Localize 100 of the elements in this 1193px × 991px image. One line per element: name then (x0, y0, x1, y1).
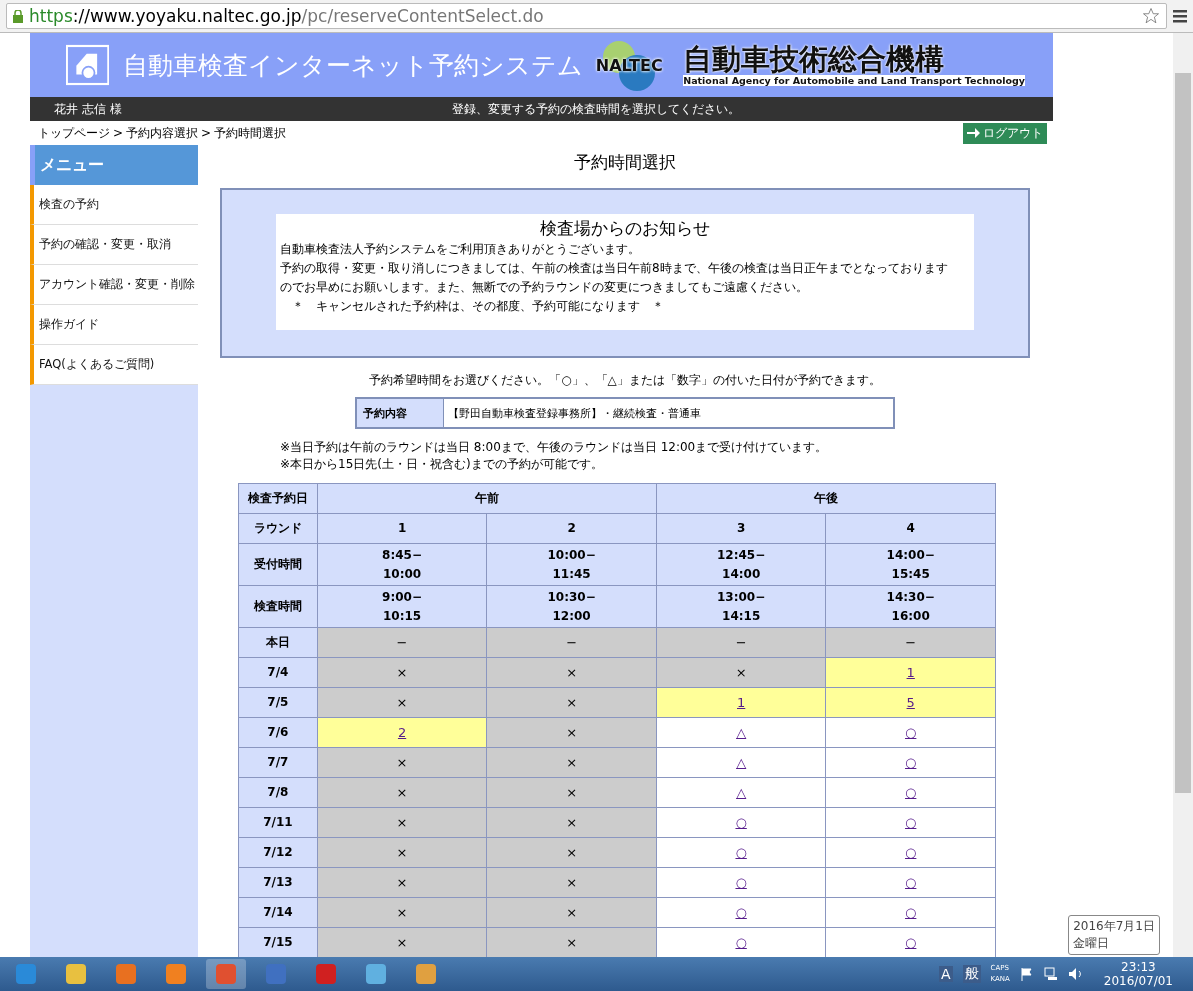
row-header: 検査時間 (238, 585, 318, 628)
date-cell: 7/11 (238, 807, 318, 838)
address-bar[interactable]: https://www.yoyaku.naltec.go.jp/pc/reserveContentSelect.do (6, 3, 1167, 29)
menu-item[interactable]: アカウント確認・変更・削除 (30, 265, 198, 305)
slot-mark: − (905, 634, 917, 650)
slot-mark: × (566, 904, 578, 920)
slot-link[interactable]: 5 (906, 694, 915, 710)
note-text: ※当日予約は午前のラウンドは当日 8:00まで、午後のラウンドは当日 12:00まで受け付けています。 (280, 439, 828, 456)
slot-mark: × (735, 664, 747, 680)
logo-text: NALTEC (595, 55, 663, 75)
slot-mark: − (735, 634, 747, 650)
lock-icon (13, 9, 23, 23)
organization-english-name: National Agency for Automobile and Land Transport Technology (683, 75, 1025, 87)
row-header: ラウンド (238, 513, 318, 544)
speaker-icon[interactable] (1067, 967, 1084, 981)
date-cell: 7/15 (238, 927, 318, 957)
time-range: 8:45− 10:00 (317, 543, 487, 586)
car-logo-icon (66, 42, 110, 88)
slot-link[interactable]: ○ (735, 934, 747, 950)
slot-link[interactable]: 2 (397, 724, 407, 740)
slot-link[interactable]: ○ (905, 934, 917, 950)
slot-mark: × (566, 694, 578, 710)
slot-link[interactable]: ○ (735, 904, 747, 920)
round-number: 1 (317, 513, 487, 544)
slot-link[interactable]: ○ (735, 874, 747, 890)
column-header: 午前 (317, 483, 657, 514)
breadcrumb-item[interactable]: 予約内容選択 (126, 124, 199, 142)
notice-text: 予約の取得・変更・取り消しにつきましては、午前の検査は当日午前8時まで、午後の検査は当日正午までとなっております (280, 260, 949, 277)
menu-icon[interactable] (1173, 9, 1187, 23)
slot-link[interactable]: 1 (737, 694, 746, 710)
date-cell: 7/14 (238, 897, 318, 928)
date-tooltip: 2016年7月1日 金曜日 (1068, 915, 1160, 955)
slot-mark: × (566, 874, 578, 890)
system-title: 自動車検査インターネット予約システム (123, 49, 584, 82)
slot-link[interactable]: ○ (905, 724, 917, 740)
notice-text: 自動車検査法人予約システムをご利用頂きありがとうございます。 (280, 241, 641, 258)
summary-value: 【野田自動車検査登録事務所】・継続検査・普通車 (447, 405, 702, 422)
slot-link[interactable]: △ (736, 784, 747, 800)
slot-link[interactable]: ○ (735, 814, 747, 830)
slot-mark: × (566, 724, 578, 740)
round-number: 3 (656, 513, 826, 544)
slot-link[interactable]: ○ (735, 844, 747, 860)
slot-mark: × (396, 694, 408, 710)
slot-link[interactable]: ○ (905, 874, 917, 890)
slot-link[interactable]: △ (736, 724, 747, 740)
time-range: 9:00− 10:15 (317, 585, 487, 628)
slot-mark: × (566, 934, 578, 950)
organization-name: 自動車技術総合機構 (683, 43, 946, 76)
summary-label: 予約内容 (357, 399, 444, 427)
breadcrumb-separator: > (201, 126, 212, 140)
slot-mark: × (566, 844, 578, 860)
slot-mark: × (396, 844, 408, 860)
breadcrumb-separator: > (113, 126, 124, 140)
slot-mark: × (566, 784, 578, 800)
slot-mark: × (396, 814, 408, 830)
menu-item[interactable]: 検査の予約 (30, 185, 198, 225)
round-number: 2 (486, 513, 657, 544)
flag-icon[interactable] (1019, 967, 1034, 981)
slot-mark: × (396, 934, 408, 950)
bar-message: 登録、変更する予約の検査時間を選択してください。 (451, 100, 740, 118)
ime-mode[interactable]: A (938, 966, 953, 982)
slot-mark: − (566, 634, 578, 650)
sidebar-title: メニュー (30, 145, 198, 185)
slot-link[interactable]: ○ (905, 904, 917, 920)
slot-link[interactable]: ○ (905, 844, 917, 860)
page-title: 予約時間選択 (574, 151, 676, 174)
time-range: 10:30− 12:00 (486, 585, 657, 628)
time-range: 10:00− 11:45 (486, 543, 657, 586)
star-icon[interactable] (1142, 7, 1160, 25)
menu-item[interactable]: FAQ(よくあるご質問) (30, 345, 198, 385)
time-range: 13:00− 14:15 (656, 585, 826, 628)
slot-link[interactable]: ○ (905, 814, 917, 830)
clock[interactable]: 23:13 2016/07/01 (1103, 960, 1173, 988)
menu-item[interactable]: 操作ガイド (30, 305, 198, 345)
date-cell: 7/4 (238, 657, 318, 688)
slot-mark: − (396, 634, 408, 650)
slot-mark: × (566, 664, 578, 680)
date-cell: 7/6 (238, 717, 318, 748)
network-icon[interactable] (1043, 967, 1058, 981)
notice-text: ＊ キャンセルされた予約枠は、その都度、予約可能になります ＊ (291, 298, 665, 315)
date-cell: 7/8 (238, 777, 318, 808)
scrollbar[interactable] (1173, 33, 1193, 957)
slot-mark: × (396, 874, 408, 890)
ime-mode[interactable]: 般 (962, 965, 981, 983)
breadcrumb-item[interactable]: トップページ (38, 124, 110, 142)
slot-mark: × (396, 784, 408, 800)
slot-link[interactable]: △ (736, 754, 747, 770)
date-cell: 本日 (238, 627, 318, 658)
instruction-text: 予約希望時間をお選びください。「○」、「△」または「数字」の付いた日付が予約できます。 (369, 372, 881, 389)
time-range: 14:00− 15:45 (825, 543, 996, 586)
logout-button[interactable]: ログアウト (963, 122, 1047, 144)
notice-title: 検査場からのお知らせ (539, 217, 711, 240)
slot-link[interactable]: 1 (906, 664, 915, 680)
round-number: 4 (825, 513, 996, 544)
slot-link[interactable]: ○ (905, 754, 917, 770)
slot-mark: × (566, 754, 578, 770)
slot-link[interactable]: ○ (905, 784, 917, 800)
date-cell: 7/12 (238, 837, 318, 868)
row-header: 受付時間 (238, 543, 318, 586)
menu-item[interactable]: 予約の確認・変更・取消 (30, 225, 198, 265)
